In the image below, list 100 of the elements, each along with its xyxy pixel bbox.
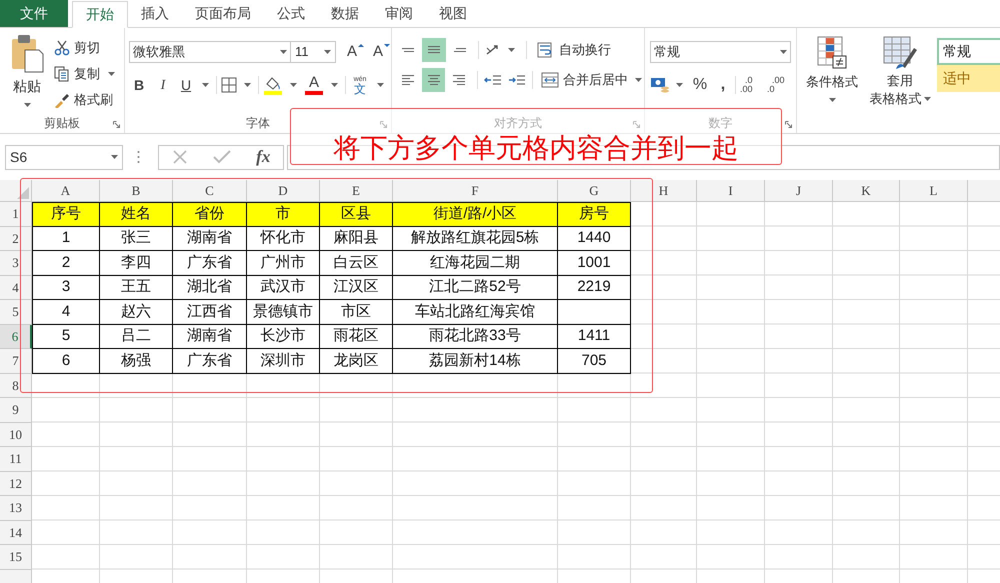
brush-icon (54, 92, 70, 108)
table-cell: 武汉市 (247, 276, 320, 300)
copy-button[interactable]: 复制 (52, 62, 117, 86)
italic-button[interactable]: I (153, 74, 173, 96)
row-header[interactable]: 7 (0, 349, 32, 374)
column-header[interactable]: D (247, 180, 320, 202)
lines-icon (428, 74, 440, 86)
row-header[interactable]: 2 (0, 226, 32, 251)
grow-font-button[interactable]: A (342, 41, 362, 63)
font-color-button[interactable]: A (304, 74, 324, 96)
table-cell: 赵六 (100, 300, 173, 324)
column-header[interactable]: K (833, 180, 900, 202)
caret-icon (780, 50, 787, 54)
column-header[interactable]: H (631, 180, 697, 202)
table-cell: 雨花北路33号 (393, 324, 558, 349)
ribbon-tab[interactable]: 公式 (264, 0, 318, 27)
name-box[interactable]: S6 (5, 144, 123, 170)
row-header[interactable]: 13 (0, 496, 32, 520)
increase-decimal-button[interactable]: .0 .00 (739, 76, 763, 94)
paste-button[interactable]: 粘贴 (6, 34, 48, 113)
number-format-dropdown[interactable]: 常规 (650, 41, 791, 63)
column-header[interactable]: E (320, 180, 393, 202)
table-cell: 龙岗区 (320, 349, 393, 374)
font-size-dropdown[interactable]: 11 (291, 41, 336, 63)
row-header[interactable]: 5 (0, 300, 32, 324)
merge-center-button[interactable]: 合并后居中 (538, 68, 644, 92)
currency-icon (650, 76, 670, 94)
ribbon-tab[interactable]: 审阅 (372, 0, 426, 27)
insert-function-button[interactable]: fx (256, 144, 270, 170)
ribbon-tab[interactable]: 数据 (318, 0, 372, 27)
align-center-button[interactable] (422, 68, 446, 92)
column-header[interactable]: B (100, 180, 173, 202)
decrease-decimal-button[interactable]: .00 .0 (766, 76, 790, 94)
percent-button[interactable]: % (689, 73, 711, 97)
fill-color-icon (263, 75, 283, 95)
table-cell: 广州市 (247, 251, 320, 276)
dialog-launcher-icon[interactable] (785, 121, 792, 128)
bold-button[interactable]: B (129, 74, 149, 96)
font-name-dropdown[interactable]: 微软雅黑 (129, 41, 291, 63)
align-middle-button[interactable] (422, 38, 446, 62)
table-header-cell: 姓名 (100, 202, 173, 226)
table-cell: 湖北省 (173, 276, 247, 300)
row-header[interactable]: 6 (0, 324, 32, 349)
dialog-launcher-icon[interactable] (113, 121, 120, 128)
table-cell: 白云区 (320, 251, 393, 276)
table-cell: 长沙市 (247, 324, 320, 349)
cell-style-item[interactable]: 常规 (937, 38, 1000, 65)
scissors-icon (54, 40, 70, 56)
clipboard-icon (10, 34, 44, 74)
table-cell: 江西省 (173, 300, 247, 324)
table-cell: 705 (558, 349, 631, 374)
caret-icon (508, 48, 515, 52)
copy-icon (54, 66, 70, 82)
comma-button[interactable]: , (714, 73, 732, 97)
caret-icon (290, 83, 297, 87)
row-header[interactable]: 1 (0, 202, 32, 226)
caret-icon (244, 83, 251, 87)
column-header[interactable]: A (32, 180, 100, 202)
check-icon (212, 149, 231, 165)
table-cell: 解放路红旗花园5栋 (393, 226, 558, 251)
wrap-text-button[interactable]: 自动换行 (535, 38, 613, 62)
color-bar (305, 91, 323, 95)
caret-icon (828, 98, 836, 102)
column-header[interactable]: G (558, 180, 631, 202)
column-header[interactable]: I (697, 180, 765, 202)
row-header[interactable]: 11 (0, 447, 32, 472)
row-header[interactable]: 10 (0, 422, 32, 447)
column-header[interactable]: C (173, 180, 247, 202)
caret-icon (924, 97, 930, 101)
table-header-cell: 街道/路/小区 (393, 202, 558, 226)
column-header[interactable]: J (765, 180, 833, 202)
table-header-cell: 省份 (173, 202, 247, 226)
column-header[interactable]: L (900, 180, 968, 202)
underline-button[interactable]: U (177, 74, 195, 96)
table-cell: 景德镇市 (247, 300, 320, 324)
format-as-table-button[interactable]: 套用 表格格式 (867, 36, 933, 113)
row-header[interactable]: 9 (0, 398, 32, 422)
cut-button[interactable]: 剪切 (52, 36, 117, 60)
table-cell: 红海花园二期 (393, 251, 558, 276)
row-header[interactable]: 15 (0, 545, 32, 570)
row-header[interactable]: 4 (0, 276, 32, 300)
ribbon-tab[interactable]: 开始 (72, 1, 128, 28)
ribbon-tab[interactable]: 插入 (128, 0, 182, 27)
caret-icon (111, 155, 118, 159)
table-cell: 李四 (100, 251, 173, 276)
row-header[interactable]: 8 (0, 374, 32, 398)
file-tab[interactable]: 文件 (0, 0, 68, 27)
ribbon-tab[interactable]: 页面布局 (182, 0, 264, 27)
row-header[interactable]: 12 (0, 472, 32, 496)
table-cell: 1 (32, 226, 100, 251)
ribbon-tab[interactable]: 视图 (426, 0, 480, 27)
column-header[interactable]: F (393, 180, 558, 202)
row-header[interactable]: 14 (0, 520, 32, 545)
row-header[interactable]: 3 (0, 251, 32, 276)
shrink-font-button[interactable]: A (368, 41, 388, 63)
conditional-formatting-button[interactable]: 条件格式 (801, 36, 863, 113)
table-cell: 王五 (100, 276, 173, 300)
increase-indent-icon (508, 73, 526, 87)
format-painter-button[interactable]: 格式刷 (52, 88, 117, 112)
cell-style-item[interactable]: 适中 (937, 65, 1000, 92)
